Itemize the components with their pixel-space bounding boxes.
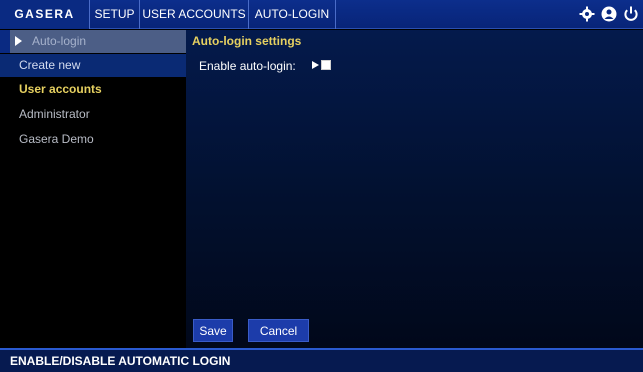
tab-setup[interactable]: SETUP xyxy=(90,0,140,29)
gasera-logo: GASERA xyxy=(0,0,90,29)
top-nav-bar: GASERA SETUP USER ACCOUNTS AUTO-LOGIN xyxy=(0,0,643,29)
status-bar: ENABLE/DISABLE AUTOMATIC LOGIN xyxy=(0,348,643,372)
play-arrow-icon xyxy=(15,36,22,46)
tab-auto-login[interactable]: AUTO-LOGIN xyxy=(249,0,336,29)
enable-auto-login-label: Enable auto-login: xyxy=(199,59,296,73)
gear-icon[interactable] xyxy=(579,4,595,24)
enable-auto-login-checkbox[interactable] xyxy=(321,60,331,70)
sidebar-item-label: Auto-login xyxy=(32,34,87,48)
user-icon[interactable] xyxy=(601,4,617,24)
save-button[interactable]: Save xyxy=(193,319,233,342)
play-icon xyxy=(312,61,319,69)
sidebar: Auto-login Create new User accounts Admi… xyxy=(0,30,186,348)
tab-user-accounts[interactable]: USER ACCOUNTS xyxy=(140,0,249,29)
cancel-button[interactable]: Cancel xyxy=(248,319,309,342)
sidebar-item-create-new[interactable]: Create new xyxy=(0,54,186,77)
sidebar-item-gasera-demo[interactable]: Gasera Demo xyxy=(0,128,186,151)
main-panel: Auto-login settings Enable auto-login: S… xyxy=(186,30,643,348)
top-icons xyxy=(579,4,639,24)
page-title: Auto-login settings xyxy=(192,34,302,48)
sidebar-section-header: User accounts xyxy=(19,82,102,96)
power-icon[interactable] xyxy=(623,4,639,24)
sidebar-item-auto-login[interactable]: Auto-login xyxy=(0,30,186,53)
sidebar-item-administrator[interactable]: Administrator xyxy=(0,103,186,126)
